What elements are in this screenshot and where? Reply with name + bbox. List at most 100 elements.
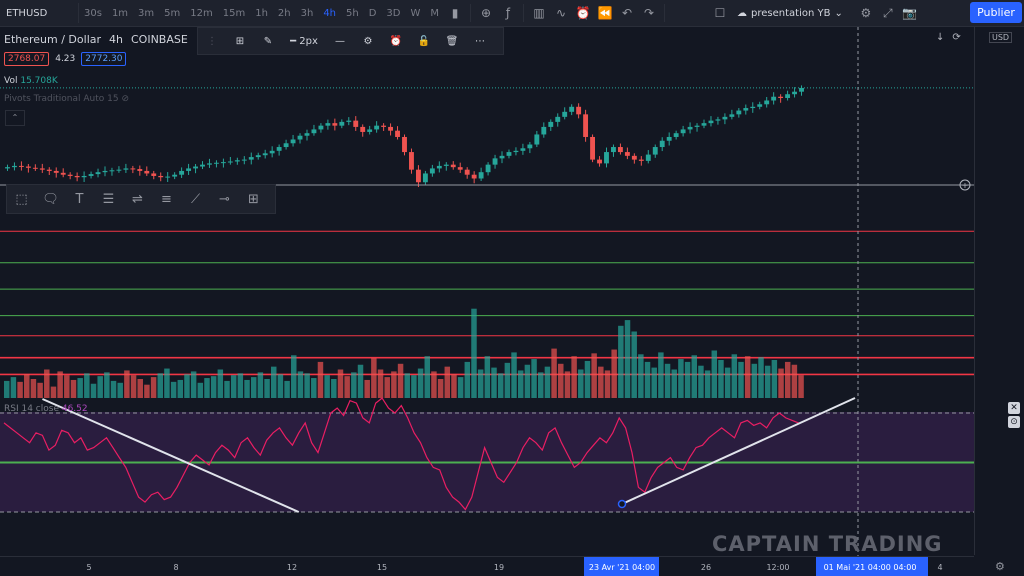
line-style-icon[interactable]: — — [326, 36, 354, 47]
volume-bar — [304, 373, 310, 398]
delete-icon[interactable]: 🗑 — [438, 36, 466, 47]
volume-bar — [90, 383, 97, 398]
candle-body — [39, 168, 45, 170]
candle-body — [457, 167, 463, 170]
volume-bar — [331, 379, 337, 398]
candle-body — [67, 174, 73, 176]
candle-body — [687, 126, 693, 130]
candle-body — [214, 162, 219, 164]
volume-bar — [297, 371, 304, 398]
volume-bar — [464, 361, 471, 398]
restore-pane-icon[interactable]: ⊙ — [1008, 416, 1020, 428]
settings-icon[interactable]: ⚙ — [354, 36, 382, 47]
candle-body — [617, 147, 623, 153]
volume-bar — [471, 308, 477, 398]
volume-bar — [371, 358, 377, 398]
volume-bar — [397, 363, 404, 398]
candle-body — [785, 94, 791, 98]
pivots-legend: Pivots Traditional Auto 15 ⊘ — [4, 94, 129, 104]
candle-body — [624, 152, 630, 156]
volume-bar — [544, 366, 551, 398]
volume-bar — [170, 381, 177, 398]
close-pane-icon[interactable]: ✕ — [1008, 402, 1020, 414]
candle-body — [353, 120, 359, 127]
volume-bar — [317, 361, 324, 398]
callout-icon[interactable]: 🗨 — [36, 192, 65, 207]
volume-bar — [524, 364, 531, 398]
rsi-label: RSI 14 close — [4, 404, 59, 414]
chart-svg[interactable]: 3000.002800.002600.002400.002200.002000.… — [0, 0, 1024, 576]
parallel-channel-icon[interactable]: ☰ — [94, 192, 123, 207]
currency-button[interactable]: USD — [989, 32, 1013, 43]
volume-bar — [618, 325, 624, 398]
candle-body — [207, 163, 212, 165]
volume-bar — [444, 366, 451, 398]
line-width-icon[interactable]: ━ 2px — [282, 36, 326, 47]
volume-bar — [271, 366, 277, 398]
volume-bar — [364, 379, 370, 398]
pen-color-icon[interactable]: ✎ — [254, 36, 282, 47]
candle-body — [499, 155, 505, 159]
down-arrow-icon[interactable]: ↓ — [936, 32, 944, 43]
lock-icon[interactable]: 🔓 — [410, 36, 438, 47]
candle-body — [492, 158, 498, 165]
volume-bar — [598, 366, 604, 398]
volume-legend: Vol 15.708K — [4, 76, 58, 86]
more-icon[interactable]: ⋯ — [466, 36, 494, 47]
volume-bar — [611, 349, 617, 398]
eye-hidden-icon[interactable]: ⊘ — [121, 94, 129, 104]
volume-bar — [484, 356, 491, 398]
horizontal-ray-icon[interactable]: ⊸ — [210, 192, 239, 207]
volume-bar — [64, 375, 70, 398]
time-scale[interactable] — [0, 556, 974, 576]
candle-body — [604, 152, 609, 164]
ask-price[interactable]: 2772.30 — [81, 52, 127, 66]
drag-handle-icon[interactable]: ⋮ — [198, 36, 226, 47]
price-range-icon[interactable]: ⇌ — [123, 192, 152, 207]
alert-add-icon[interactable]: ⏰ — [382, 36, 410, 47]
candle-body — [123, 168, 129, 170]
volume-bar — [57, 371, 63, 398]
volume-bar — [764, 365, 771, 398]
candle-body — [186, 168, 192, 171]
price-scale[interactable] — [974, 27, 1024, 555]
candle-body — [506, 152, 512, 156]
scale-settings-icon[interactable]: ⚙ — [995, 560, 1005, 573]
text-icon[interactable]: T — [65, 192, 94, 207]
candle-body — [74, 175, 80, 178]
volume-bar — [531, 359, 537, 398]
volume-bar — [684, 361, 691, 398]
volume-bar — [651, 367, 657, 398]
volume-bar — [437, 379, 444, 398]
rectangle-icon[interactable]: ⬚ — [7, 192, 36, 207]
candle-body — [645, 154, 651, 161]
templates-icon[interactable]: ⊞ — [226, 36, 254, 47]
candle-body — [666, 136, 672, 141]
candle-body — [241, 159, 247, 161]
volume-bar — [190, 371, 197, 398]
candle-body — [151, 173, 157, 176]
candle-body — [611, 147, 616, 153]
candle-body — [339, 121, 345, 126]
collapse-legend-button[interactable]: ⌃ — [5, 110, 25, 126]
candle-body — [736, 110, 742, 115]
horizontal-lines-icon[interactable]: ≡ — [152, 192, 181, 207]
refresh-icon[interactable]: ⟳ — [952, 32, 960, 43]
candle-body — [311, 129, 317, 134]
vol-value: 15.708K — [20, 76, 58, 86]
bid-price[interactable]: 2768.07 — [4, 52, 50, 66]
line-width-label: 2px — [299, 35, 318, 47]
volume-bar — [791, 364, 798, 398]
candle-body — [283, 143, 289, 148]
candle-body — [158, 175, 164, 178]
vol-label: Vol — [4, 76, 18, 86]
volume-bar — [658, 352, 664, 398]
trend-line-icon[interactable]: ⟋ — [181, 192, 210, 207]
volume-bar — [411, 375, 417, 398]
candle-body — [367, 129, 373, 132]
volume-bar — [678, 359, 684, 398]
volume-bar — [70, 379, 77, 398]
candle-body — [750, 106, 756, 109]
crosshair-box-icon[interactable]: ⊞ — [239, 192, 268, 207]
volume-bar — [638, 354, 644, 398]
